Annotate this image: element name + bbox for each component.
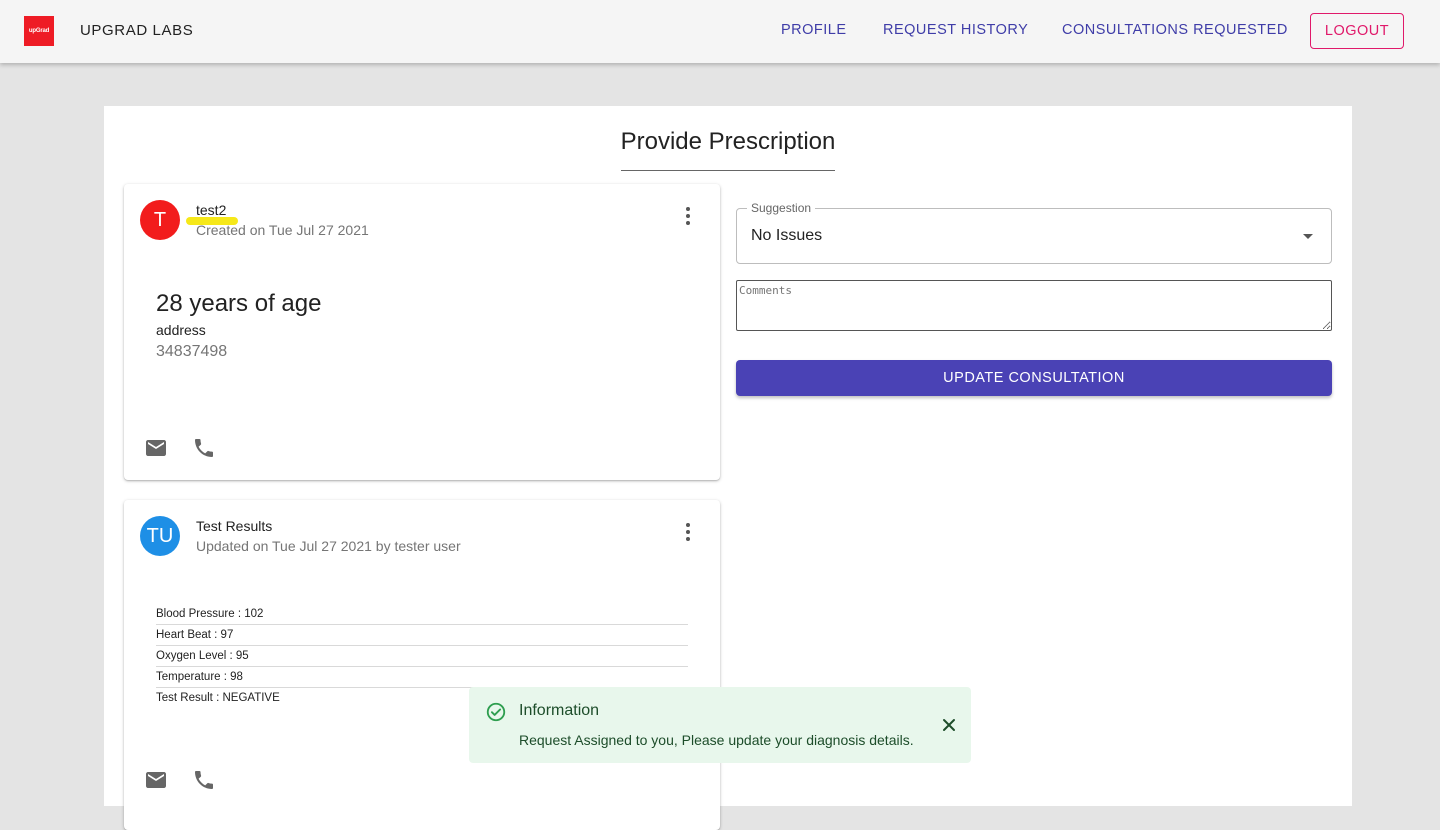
patient-name: test2 xyxy=(196,202,227,218)
patient-address: address xyxy=(156,322,206,338)
nav-consultations-requested[interactable]: CONSULTATIONS REQUESTED xyxy=(1062,22,1288,38)
suggestion-value: No Issues xyxy=(751,227,823,244)
app-bar: upGrad UPGRAD LABS PROFILE REQUEST HISTO… xyxy=(0,0,1440,63)
close-icon[interactable] xyxy=(941,717,957,733)
comments-input[interactable] xyxy=(736,280,1332,331)
brand-name: UPGRAD LABS xyxy=(80,22,194,39)
dropdown-arrow-icon xyxy=(1303,234,1313,239)
results-title: Test Results xyxy=(196,518,273,534)
toast-message: Request Assigned to you, Please update y… xyxy=(519,732,914,748)
patient-age: 28 years of age xyxy=(156,290,322,317)
result-blood-pressure: Blood Pressure : 102 xyxy=(156,604,688,625)
upgrad-logo[interactable]: upGrad xyxy=(24,16,54,46)
results-avatar: TU xyxy=(140,516,180,556)
toast-title: Information xyxy=(519,702,600,719)
email-icon[interactable] xyxy=(144,768,168,792)
suggestion-select[interactable]: Suggestion No Issues xyxy=(736,201,1332,264)
check-circle-icon xyxy=(486,702,506,722)
nav-request-history[interactable]: REQUEST HISTORY xyxy=(883,22,1028,38)
result-heart-beat: Heart Beat : 97 xyxy=(156,625,688,646)
result-oxygen-level: Oxygen Level : 95 xyxy=(156,646,688,667)
suggestion-label: Suggestion xyxy=(747,201,816,215)
created-date: Created on Tue Jul 27 2021 xyxy=(196,222,369,238)
info-toast: Information Request Assigned to you, Ple… xyxy=(469,687,971,763)
email-icon[interactable] xyxy=(144,436,168,460)
logout-button[interactable]: LOGOUT xyxy=(1310,13,1404,49)
more-vert-icon[interactable] xyxy=(676,520,700,544)
phone-icon[interactable] xyxy=(192,436,216,460)
test-results-card: TU Test Results Updated on Tue Jul 27 20… xyxy=(124,500,720,830)
update-consultation-button[interactable]: UPDATE CONSULTATION xyxy=(736,360,1332,396)
title-underline xyxy=(621,170,835,171)
phone-icon[interactable] xyxy=(192,768,216,792)
page-title: Provide Prescription xyxy=(620,128,836,155)
result-temperature: Temperature : 98 xyxy=(156,667,688,688)
patient-card: T test2 Created on Tue Jul 27 2021 28 ye… xyxy=(124,184,720,480)
more-vert-icon[interactable] xyxy=(676,204,700,228)
nav-profile[interactable]: PROFILE xyxy=(781,22,847,38)
results-updated: Updated on Tue Jul 27 2021 by tester use… xyxy=(196,538,461,554)
patient-avatar: T xyxy=(140,200,180,240)
patient-phone: 34837498 xyxy=(156,343,228,360)
